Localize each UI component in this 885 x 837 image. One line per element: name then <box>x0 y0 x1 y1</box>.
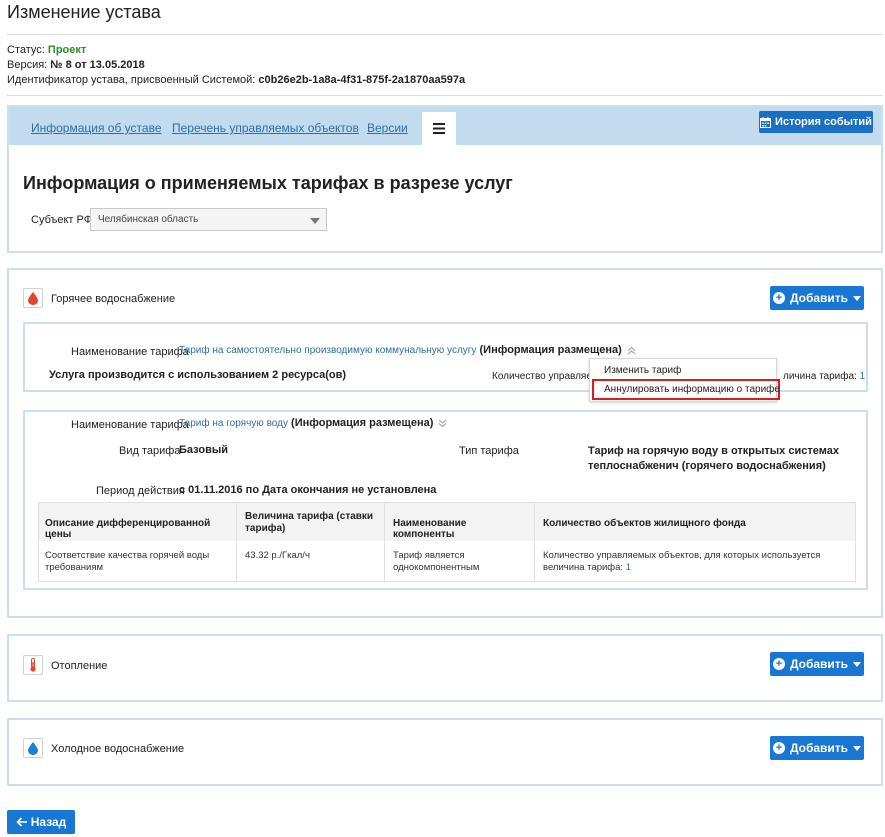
subject-select-value: Челябинская область <box>98 214 199 225</box>
table-header-objects: Количество объектов жилищного фонда <box>535 503 855 541</box>
tab-managed-objects[interactable]: Перечень управляемых объектов <box>172 121 359 135</box>
tariff-2-name-label: Наименование тарифа <box>71 419 189 431</box>
tariff-name-line: Тариф на самостоятельно производимую ком… <box>179 344 636 356</box>
list-icon <box>433 123 445 134</box>
tariff-type-value: Тариф на горячую воду в открытых система… <box>588 445 839 472</box>
cold-water-add-button[interactable]: + Добавить <box>770 736 864 760</box>
tariff-period-label: Период действия <box>96 485 185 497</box>
chevron-double-down-icon[interactable] <box>438 419 447 428</box>
tariff-1-service-text: Услуга производится с использованием 2 р… <box>49 369 347 381</box>
caret-down-icon <box>853 661 862 667</box>
cold-water-icon-box <box>23 738 43 758</box>
calendar-icon <box>760 116 772 128</box>
tariff-card-2: Наименование тарифа Тариф на горячую вод… <box>23 410 868 590</box>
identifier-label: Идентификатор устава, присвоенный Систем… <box>7 74 256 86</box>
tariff-2-status: (Информация размещена) <box>291 417 434 429</box>
identifier-line: Идентификатор устава, присвоенный Систем… <box>7 74 465 86</box>
hot-water-section: Горячее водоснабжение + Добавить Наимено… <box>7 268 883 618</box>
plus-circle-icon: + <box>772 658 785 670</box>
status-line: Статус: Проект <box>7 44 86 56</box>
hot-water-add-button[interactable]: + Добавить <box>770 286 864 310</box>
tariff-type-label: Тип тарифа <box>459 445 519 457</box>
table-cell-component: Тариф является однокомпонентным <box>385 541 535 581</box>
menu-item-edit-tariff[interactable]: Изменить тариф <box>604 365 681 376</box>
heating-add-button[interactable]: + Добавить <box>770 652 864 676</box>
tariff-1-name-link[interactable]: Тариф на самостоятельно производимую ком… <box>179 345 476 356</box>
subject-select[interactable]: Челябинская область <box>90 208 327 231</box>
version-label: Версия: <box>7 59 48 71</box>
menu-item-annul-tariff: Аннулировать информацию о тарифе <box>604 384 780 395</box>
table-cell-desc: Соответствие качества горячей воды требо… <box>39 541 237 581</box>
tab-versions[interactable]: Версии <box>367 121 408 135</box>
tab-charter-info[interactable]: Информация об уставе <box>31 121 162 135</box>
heating-section: Отопление + Добавить <box>7 634 883 702</box>
tariff-actions-menu: Изменить тариф Аннулировать информацию о… <box>589 358 780 402</box>
back-button-label: Назад <box>30 815 67 829</box>
tariff-2-name-link[interactable]: Тариф на горячую воду <box>179 418 288 429</box>
tariff-2-name-line: Тариф на горячую воду (Информация размещ… <box>179 417 447 429</box>
version-line: Версия: № 8 от 13.05.2018 <box>7 59 145 71</box>
hot-water-title: Горячее водоснабжение <box>51 293 176 305</box>
tariff-1-value-label: личина тарифа: 1 <box>783 371 865 382</box>
cold-water-section: Холодное водоснабжение + Добавить <box>7 718 883 786</box>
arrow-left-icon <box>16 817 27 827</box>
menu-item-annul-highlight[interactable]: Аннулировать информацию о тарифе <box>592 379 780 400</box>
table-cell-objects-count[interactable]: 1 <box>626 562 631 573</box>
table-header-component: Наименование компоненты <box>385 503 535 541</box>
plus-circle-icon: + <box>772 742 785 754</box>
table-header-desc: Описание дифференцированной цены <box>39 503 237 541</box>
tariff-table: Описание дифференцированной цены Величин… <box>38 502 856 582</box>
subject-label: Субъект РФ <box>31 214 93 226</box>
table-cell-objects-text: Количество управляемых объектов, для кот… <box>543 550 821 573</box>
tariff-1-value-text: личина тарифа: <box>783 371 857 382</box>
add-button-label: Добавить <box>789 657 849 671</box>
tariff-kind-value: Базовый <box>179 444 228 456</box>
table-cell-value: 43.32 р./Гкал/ч <box>237 541 385 581</box>
water-drop-icon <box>28 291 38 305</box>
tariff-1-value-count[interactable]: 1 <box>860 371 866 382</box>
back-button[interactable]: Назад <box>7 810 75 834</box>
tariff-1-status: (Информация размещена) <box>479 344 622 356</box>
status-label: Статус: <box>7 44 45 56</box>
tariff-name-label: Наименование тарифа <box>71 346 189 358</box>
meta-divider <box>7 95 883 96</box>
identifier-value: c0b26e2b-1a8a-4f31-875f-2a1870aa597a <box>258 74 466 86</box>
heating-icon-box <box>23 655 43 675</box>
caret-down-icon <box>853 745 862 751</box>
version-value: № 8 от 13.05.2018 <box>50 59 145 71</box>
history-button[interactable]: История событий <box>759 111 873 133</box>
tariffs-heading: Информация о применяемых тарифах в разре… <box>23 173 513 193</box>
history-button-label: История событий <box>775 116 872 128</box>
chevron-down-icon <box>310 218 320 224</box>
tab-tariffs[interactable] <box>421 111 457 145</box>
page-title: Изменение устава <box>7 2 161 22</box>
tariff-kind-label: Вид тарифа <box>119 445 181 457</box>
water-drop-icon <box>28 741 38 755</box>
chevron-double-up-icon[interactable] <box>627 346 636 355</box>
heating-title: Отопление <box>51 660 108 672</box>
header-divider <box>7 34 883 35</box>
add-button-label: Добавить <box>789 741 849 755</box>
tariff-period-value: с 01.11.2016 по Дата окончания не устано… <box>179 484 437 496</box>
caret-down-icon <box>853 295 862 301</box>
thermometer-icon <box>30 658 36 672</box>
status-badge: Проект <box>47 44 87 56</box>
plus-circle-icon: + <box>772 292 785 304</box>
cold-water-title: Холодное водоснабжение <box>51 743 185 755</box>
table-cell-objects: Количество управляемых объектов, для кот… <box>535 541 855 581</box>
charter-panel: Информация об уставе Перечень управляемы… <box>7 105 883 253</box>
hot-water-icon-box <box>23 288 43 308</box>
table-header-value: Величина тарифа (ставки тарифа) <box>237 503 385 541</box>
add-button-label: Добавить <box>789 291 849 305</box>
